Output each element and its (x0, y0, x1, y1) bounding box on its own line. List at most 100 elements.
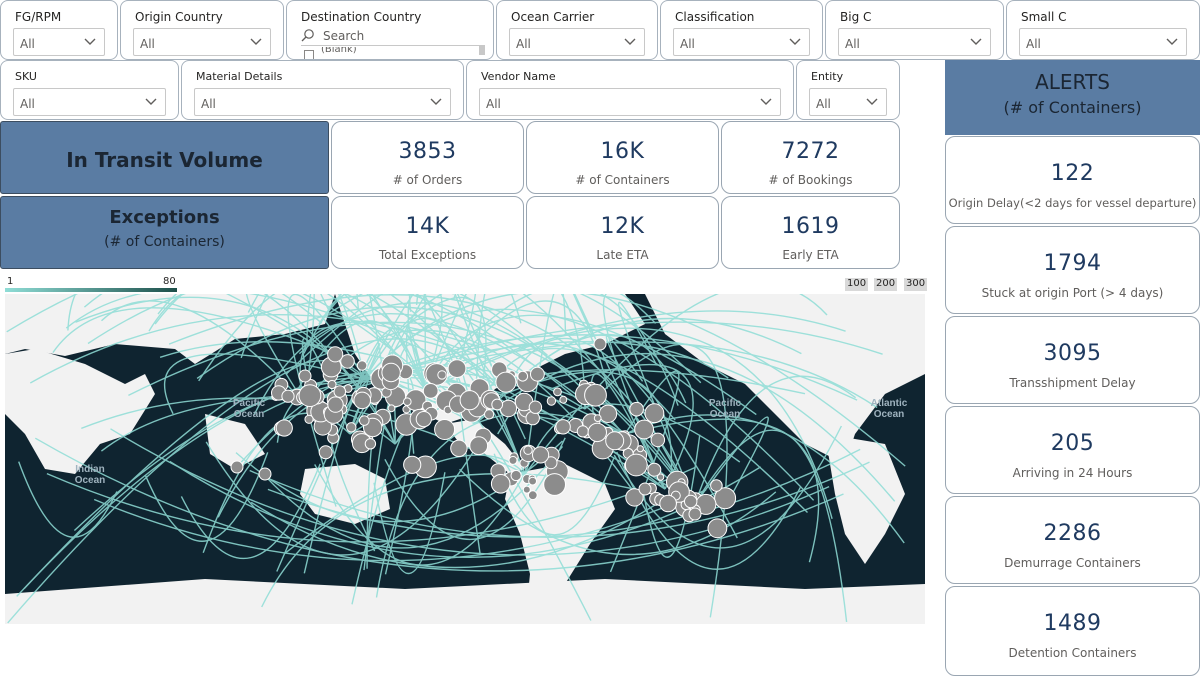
slicer-ocean-carrier: Ocean Carrier All (496, 0, 658, 60)
dropdown-value: All (486, 97, 501, 111)
chevron-down-icon (624, 38, 636, 45)
size-legend-300: 300 (904, 278, 928, 291)
small-c-dropdown[interactable]: All (1019, 28, 1187, 56)
port-bubble (587, 422, 607, 443)
dropdown-value: All (20, 37, 35, 51)
slicer-entity: Entity All (796, 60, 900, 120)
kpi-value: 3853 (398, 139, 457, 164)
dropdown-value: All (680, 37, 695, 51)
kpi-value: 1619 (781, 214, 840, 239)
kpi-late-eta[interactable]: 12K Late ETA (526, 196, 719, 269)
scrollbar[interactable] (479, 45, 485, 55)
ocean-label: Pacific Ocean (709, 398, 742, 420)
slicer-destination-country: Destination Country Search (Blank) (286, 0, 494, 60)
port-bubble (710, 479, 723, 492)
kpi-label: # of Bookings (768, 173, 853, 187)
port-bubble (553, 387, 562, 397)
alerts-title: ALERTS (1035, 70, 1110, 94)
port-bubble (624, 453, 648, 477)
checkbox[interactable] (304, 50, 314, 59)
kpi-bookings[interactable]: 7272 # of Bookings (721, 121, 900, 194)
port-bubble (484, 409, 495, 420)
exceptions-header: Exceptions (# of Containers) (0, 196, 329, 269)
port-bubble (327, 379, 337, 390)
alert-value: 1794 (1043, 251, 1102, 276)
alert-card-arriving-24h[interactable]: 205 Arriving in 24 Hours (945, 406, 1200, 494)
port-bubble (387, 404, 396, 413)
slicer-title: Ocean Carrier (511, 10, 595, 24)
sku-dropdown[interactable]: All (13, 88, 166, 116)
port-bubble (523, 445, 533, 455)
chevron-down-icon (250, 38, 262, 45)
port-bubble (258, 467, 272, 481)
dropdown-value: All (516, 37, 531, 51)
port-bubble (491, 398, 504, 411)
in-transit-title: In Transit Volume (66, 148, 263, 172)
fg-rpm-dropdown[interactable]: All (13, 28, 105, 56)
dropdown-value: All (20, 97, 35, 111)
port-bubble (576, 425, 589, 438)
port-bubble (281, 389, 295, 403)
port-bubble (327, 346, 344, 363)
ocean-label: Atlantic Ocean (871, 398, 908, 420)
kpi-total-exceptions[interactable]: 14K Total Exceptions (331, 196, 524, 269)
alerts-subtitle: (# of Containers) (1003, 98, 1142, 117)
port-bubble (434, 419, 456, 440)
alert-card-detention[interactable]: 1489 Detention Containers (945, 586, 1200, 676)
slicer-sku: SKU All (0, 60, 179, 120)
port-bubble (644, 403, 665, 424)
port-bubble (415, 411, 432, 428)
material-details-dropdown[interactable]: All (194, 88, 451, 116)
port-bubble (584, 383, 607, 407)
alert-label: Arriving in 24 Hours (1012, 466, 1133, 480)
port-bubble (527, 490, 538, 501)
alert-value: 2286 (1043, 521, 1102, 546)
alert-card-transshipment-delay[interactable]: 3095 Transshipment Delay (945, 316, 1200, 404)
kpi-containers[interactable]: 16K # of Containers (526, 121, 719, 194)
origin-country-dropdown[interactable]: All (133, 28, 271, 56)
chevron-down-icon (789, 38, 801, 45)
classification-dropdown[interactable]: All (673, 28, 810, 56)
size-legend-100: 100 (845, 278, 869, 291)
entity-dropdown[interactable]: All (809, 88, 887, 116)
search-icon (301, 29, 314, 42)
slicer-title: Big C (840, 10, 872, 24)
color-legend-min: 1 (7, 276, 14, 287)
port-bubble (364, 438, 377, 450)
alert-value: 205 (1050, 431, 1095, 456)
alert-card-demurrage[interactable]: 2286 Demurrage Containers (945, 496, 1200, 584)
ocean-carrier-dropdown[interactable]: All (509, 28, 645, 56)
alert-label: Transshipment Delay (1009, 376, 1136, 390)
port-bubble (459, 390, 480, 411)
port-bubble (528, 400, 543, 414)
search-placeholder: Search (323, 29, 365, 43)
port-bubble (403, 455, 422, 474)
dropdown-value: All (816, 97, 831, 111)
slicer-title: Destination Country (301, 10, 422, 24)
port-bubble (495, 371, 517, 393)
shipment-route-map[interactable]: Pacific Ocean Indian Ocean Pacific Ocean Atlan… (5, 294, 925, 624)
port-bubble (688, 507, 702, 521)
kpi-label: # of Orders (392, 173, 463, 187)
alert-card-origin-delay[interactable]: 122 Origin Delay(<2 days for vessel depa… (945, 136, 1200, 224)
list-item[interactable]: (Blank) (301, 47, 475, 59)
ocean-label: Indian Ocean (75, 464, 106, 486)
map-canvas[interactable]: Pacific Ocean Indian Ocean Pacific Ocean Atlan… (5, 294, 925, 624)
big-c-dropdown[interactable]: All (838, 28, 991, 56)
exceptions-subtitle: (# of Containers) (104, 234, 225, 250)
vendor-name-dropdown[interactable]: All (479, 88, 781, 116)
kpi-value: 12K (600, 214, 645, 239)
chevron-down-icon (760, 98, 772, 105)
destination-search-input[interactable]: Search (301, 28, 483, 44)
kpi-early-eta[interactable]: 1619 Early ETA (721, 196, 900, 269)
list-item-label: (Blank) (321, 47, 357, 55)
port-bubble (543, 473, 566, 496)
alert-label: Stuck at origin Port (> 4 days) (981, 286, 1164, 300)
port-bubble (298, 384, 322, 407)
kpi-orders[interactable]: 3853 # of Orders (331, 121, 524, 194)
port-bubble (437, 370, 447, 380)
port-bubble (659, 494, 677, 513)
chevron-down-icon (970, 38, 982, 45)
color-legend-gradient (5, 288, 177, 292)
alert-card-stuck-at-origin[interactable]: 1794 Stuck at origin Port (> 4 days) (945, 226, 1200, 314)
